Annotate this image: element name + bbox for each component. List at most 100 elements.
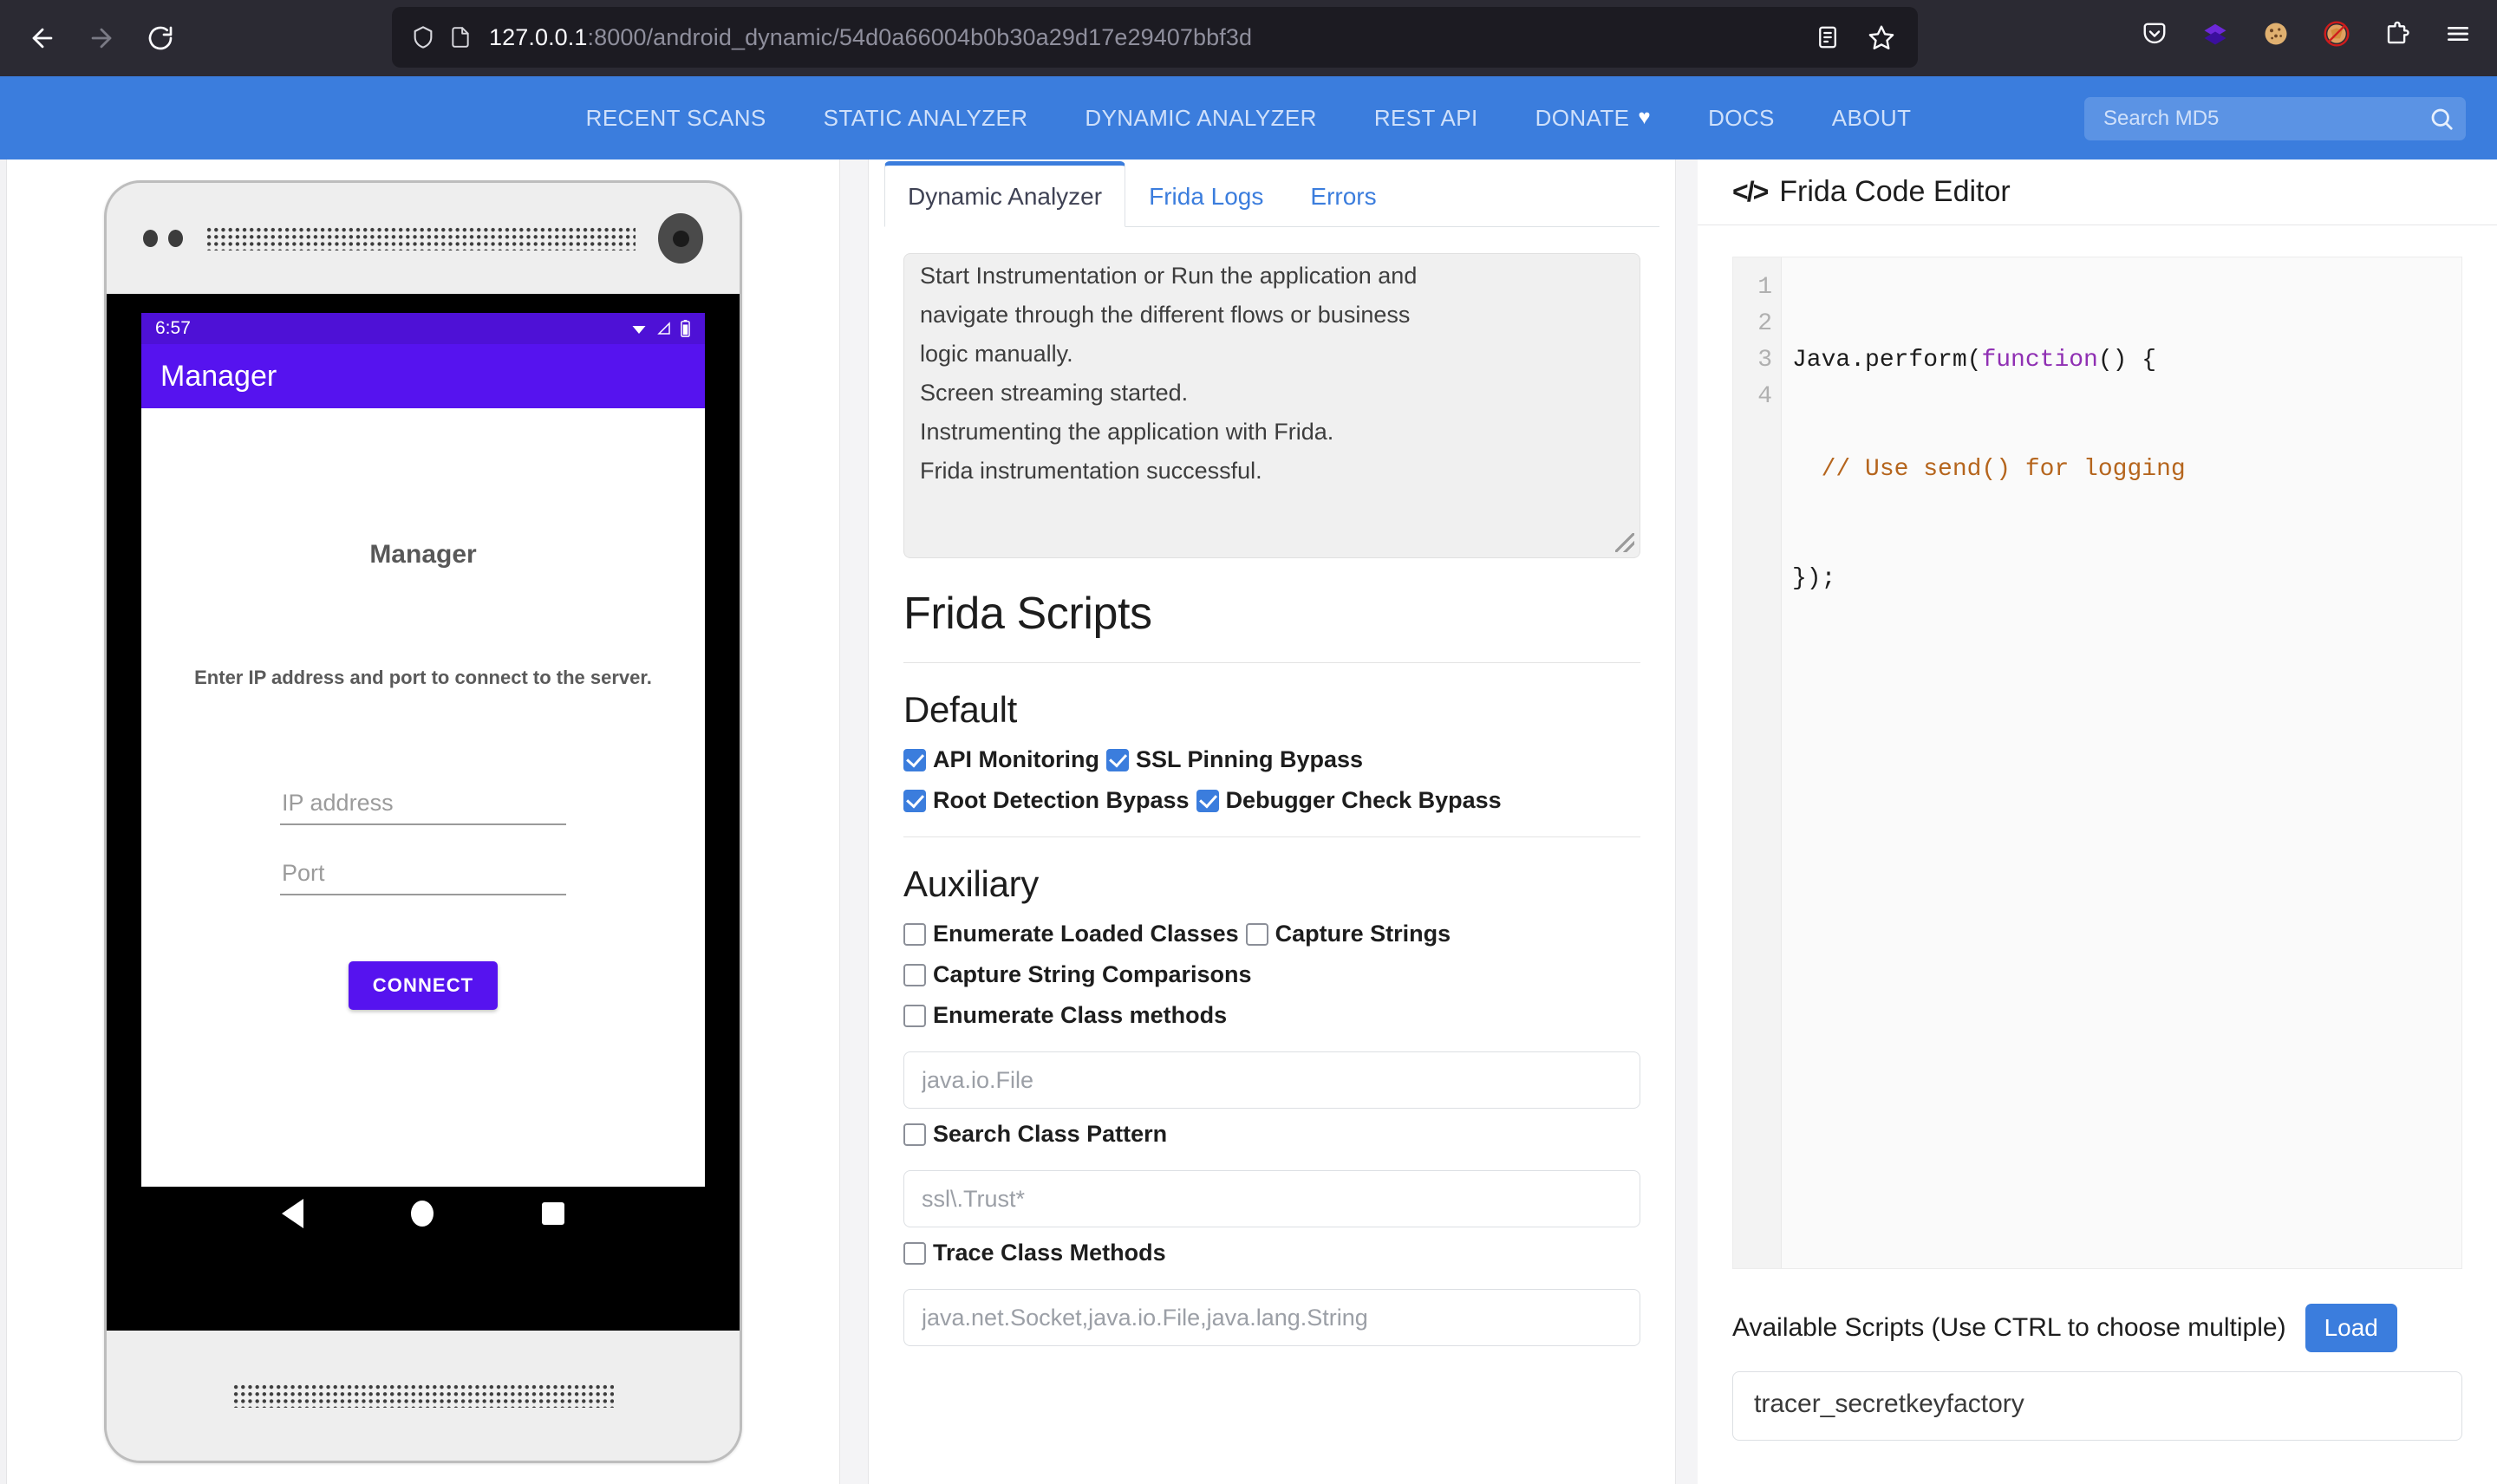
class-name-input[interactable] — [903, 1051, 1640, 1109]
status-log-textarea[interactable]: Environment is ready for Dynamic Analysi… — [903, 253, 1640, 558]
port-input[interactable] — [282, 860, 564, 887]
extensions-puzzle-icon[interactable] — [2370, 7, 2424, 61]
port-field[interactable] — [280, 855, 566, 895]
back-arrow-icon[interactable] — [16, 11, 69, 65]
middle-column-scrollbar[interactable] — [839, 159, 869, 1484]
checkbox-label: API Monitoring — [933, 746, 1099, 772]
ip-address-input[interactable] — [282, 790, 564, 817]
checkbox-box[interactable] — [1105, 748, 1129, 771]
forward-arrow-icon[interactable] — [75, 11, 128, 65]
hamburger-menu-icon[interactable] — [2431, 7, 2485, 61]
screen-top-padding — [107, 294, 740, 313]
nav-link-about[interactable]: ABOUT — [1803, 105, 1940, 132]
android-screen-stream[interactable]: 6:57 Manager Manager Enter IP address an… — [141, 313, 705, 1240]
log-line: Screen streaming started. — [920, 380, 1189, 406]
checkbox-trace-class-methods[interactable]: Trace Class Methods — [903, 1240, 1166, 1266]
nav-link-docs[interactable]: DOCS — [1679, 105, 1803, 132]
checkbox-box[interactable] — [903, 922, 926, 946]
search-icon[interactable] — [2417, 106, 2466, 132]
frida-code-editor-column: </> Frida Code Editor 1 2 3 4 Java.perfo… — [1698, 159, 2497, 1484]
checkbox-box[interactable] — [903, 1123, 926, 1146]
checkbox-api-monitoring[interactable]: API Monitoring — [903, 746, 1099, 773]
checkbox-box[interactable] — [903, 1241, 926, 1265]
line-number: 1 — [1757, 274, 1772, 301]
nav-link-dynamic-analyzer[interactable]: DYNAMIC ANALYZER — [1056, 105, 1345, 132]
checkbox-box[interactable] — [903, 748, 926, 771]
nav-link-recent-scans[interactable]: RECENT SCANS — [557, 105, 795, 132]
android-nav-bar — [141, 1187, 705, 1240]
foxyproxy-disabled-icon[interactable] — [2310, 7, 2363, 61]
checkbox-label: Enumerate Class methods — [933, 1002, 1228, 1028]
frida-editor-title: Frida Code Editor — [1779, 175, 2011, 208]
checkbox-debugger-check-bypass[interactable]: Debugger Check Bypass — [1196, 787, 1502, 814]
search-input[interactable] — [2084, 107, 2417, 131]
default-checkbox-row-1: API Monitoring SSL Pinning Bypass — [903, 746, 1640, 773]
checkbox-enumerate-loaded-classes[interactable]: Enumerate Loaded Classes — [903, 921, 1239, 947]
divider — [903, 836, 1640, 837]
android-home-icon[interactable] — [411, 1201, 434, 1227]
checkbox-box[interactable] — [903, 1004, 926, 1027]
checkbox-capture-string-comparisons[interactable]: Capture String Comparisons — [903, 961, 1252, 988]
nav-link-static-analyzer[interactable]: STATIC ANALYZER — [795, 105, 1057, 132]
android-device-frame: 6:57 Manager Manager Enter IP address an… — [104, 180, 742, 1463]
checkbox-capture-strings[interactable]: Capture Strings — [1245, 921, 1451, 947]
sensor-dot-icon — [168, 230, 183, 247]
phone-sensors — [143, 230, 183, 247]
checkbox-label: SSL Pinning Bypass — [1135, 746, 1364, 772]
ip-address-field[interactable] — [280, 784, 566, 825]
site-nav-links: RECENT SCANS STATIC ANALYZER DYNAMIC ANA… — [557, 105, 1940, 132]
checkbox-enumerate-class-methods[interactable]: Enumerate Class methods — [903, 1002, 1227, 1029]
code-editor[interactable]: 1 2 3 4 Java.perform(function() { // Use… — [1732, 257, 2462, 1269]
code-keyword: function — [1981, 347, 2098, 374]
status-time: 6:57 — [155, 318, 191, 338]
code-line-2-comment: // Use send() for logging — [1792, 456, 2186, 483]
nav-label: DONATE — [1535, 104, 1630, 131]
checkbox-root-detection-bypass[interactable]: Root Detection Bypass — [903, 787, 1190, 814]
available-scripts-list[interactable]: tracer_secretkeyfactory — [1732, 1371, 2462, 1441]
nav-link-rest-api[interactable]: REST API — [1346, 105, 1507, 132]
code-token: () { — [2097, 347, 2157, 374]
url-path: :8000/android_dynamic/54d0a66004b0b30a29… — [587, 23, 1253, 50]
checkbox-label: Capture Strings — [1275, 921, 1451, 947]
textarea-resize-handle[interactable] — [1615, 533, 1634, 552]
pocket-icon[interactable] — [2128, 7, 2181, 61]
nav-link-donate[interactable]: DONATE ♥ — [1507, 105, 1679, 132]
frida-editor-header: </> Frida Code Editor — [1698, 159, 2497, 225]
reload-icon[interactable] — [134, 11, 187, 65]
checkbox-label: Trace Class Methods — [933, 1240, 1166, 1266]
log-line: Environment is ready for Dynamic Analysi… — [920, 254, 1624, 257]
tab-frida-logs[interactable]: Frida Logs — [1125, 165, 1287, 227]
url-bar[interactable]: 127.0.0.1:8000/android_dynamic/54d0a6600… — [392, 7, 1918, 68]
aux-checkbox-row-5: Trace Class Methods — [903, 1240, 1640, 1266]
code-line-3: }); — [1792, 565, 1836, 592]
android-recents-icon[interactable] — [541, 1202, 564, 1225]
tab-errors[interactable]: Errors — [1287, 165, 1399, 227]
checkbox-search-class-pattern[interactable]: Search Class Pattern — [903, 1121, 1167, 1148]
checkbox-box[interactable] — [903, 963, 926, 986]
cookie-icon[interactable] — [2249, 7, 2303, 61]
load-script-button[interactable]: Load — [2305, 1304, 2397, 1352]
shield-icon[interactable] — [411, 25, 435, 49]
log-line: Instrumenting the application with Frida… — [920, 419, 1334, 445]
layers-icon[interactable] — [2188, 7, 2242, 61]
connect-button[interactable]: CONNECT — [348, 961, 499, 1010]
reader-view-icon[interactable] — [1805, 15, 1850, 60]
front-camera-icon — [658, 213, 703, 264]
star-bookmark-icon[interactable] — [1859, 15, 1904, 60]
phone-bottom-bezel — [107, 1331, 740, 1461]
checkbox-box[interactable] — [903, 789, 926, 812]
checkbox-box[interactable] — [1245, 922, 1268, 946]
right-column-scrollbar[interactable] — [1675, 159, 1698, 1484]
android-status-bar: 6:57 — [141, 313, 705, 344]
bottom-speaker-grill — [232, 1383, 614, 1408]
script-list-item[interactable]: tracer_secretkeyfactory — [1754, 1390, 2441, 1419]
battery-icon — [681, 320, 690, 337]
class-search-pattern-input[interactable] — [903, 1170, 1640, 1227]
log-line: logic manually. — [920, 341, 1073, 367]
checkbox-box[interactable] — [1196, 789, 1219, 812]
android-back-icon[interactable] — [282, 1199, 304, 1228]
checkbox-ssl-pinning-bypass[interactable]: SSL Pinning Bypass — [1105, 746, 1364, 773]
tab-dynamic-analyzer[interactable]: Dynamic Analyzer — [884, 161, 1126, 227]
code-content[interactable]: Java.perform(function() { // Use send() … — [1782, 257, 2461, 1268]
trace-class-methods-input[interactable] — [903, 1289, 1640, 1346]
